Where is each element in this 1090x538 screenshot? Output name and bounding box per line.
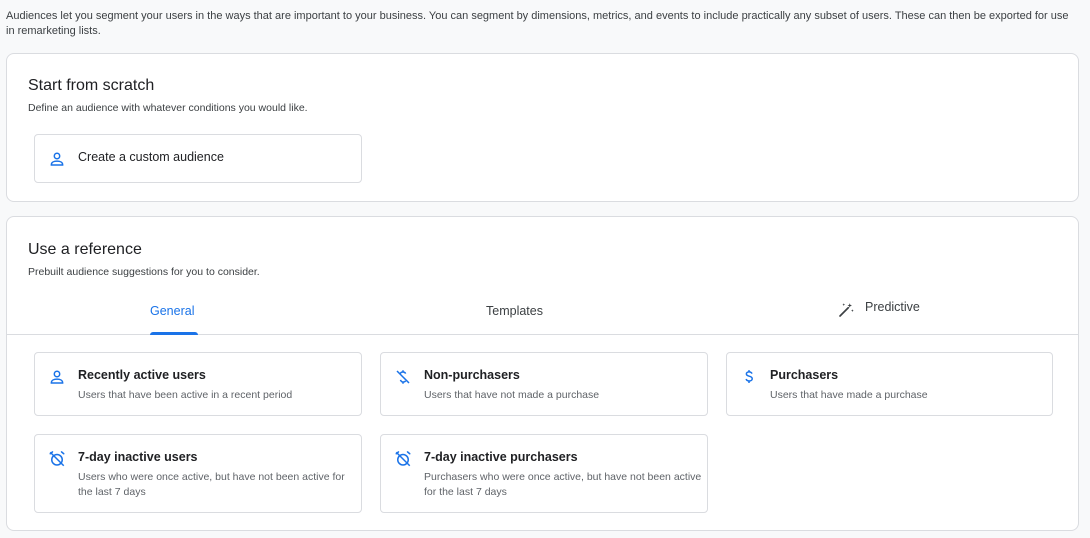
option-name: Non-purchasers [424,368,520,382]
start-from-scratch-card: Start from scratch Define an audience wi… [6,53,1079,202]
option-description: Users that have not made a purchase [424,389,600,401]
money-off-icon [394,368,412,386]
option-description: Users that have been active in a recent … [78,389,293,401]
reference-subtitle: Prebuilt audience suggestions for you to… [28,266,260,278]
option-name: 7-day inactive users [78,450,198,464]
tab-templates[interactable]: Templates [467,297,587,334]
tab-predictive-label: Predictive [865,300,920,314]
option-description: Users who were once active, but have not… [78,471,345,498]
person-icon [48,368,66,386]
tab-general-label: General [150,304,195,318]
option-name: 7-day inactive purchasers [424,450,578,464]
reference-title: Use a reference [28,241,142,258]
audience-option-purchasers[interactable]: Purchasers Users that have made a purcha… [726,352,1053,416]
option-name: Recently active users [78,368,206,382]
scratch-subtitle: Define an audience with whatever conditi… [28,102,308,114]
option-description: Purchasers who were once active, but hav… [424,471,702,498]
audience-option-7-day-inactive-purchasers[interactable]: 7-day inactive purchasers Purchasers who… [380,434,708,513]
use-a-reference-card: Use a reference Prebuilt audience sugges… [6,216,1079,531]
person-icon [48,150,66,168]
tab-active-indicator [150,332,198,335]
audience-option-recently-active-users[interactable]: Recently active users Users that have be… [34,352,362,416]
reference-tabs: General Templates Predictive [7,297,1078,335]
audience-option-7-day-inactive-users[interactable]: 7-day inactive users Users who were once… [34,434,362,513]
option-description: Users that have made a purchase [770,389,928,401]
dollar-icon [740,368,758,386]
scratch-title: Start from scratch [28,77,155,94]
intro-text: Audiences let you segment your users in … [6,10,1069,37]
create-custom-audience-button[interactable]: Create a custom audience [34,134,362,183]
alarm-off-icon [394,450,412,468]
tab-predictive[interactable]: Predictive [827,297,967,334]
tab-general[interactable]: General [117,297,233,335]
magic-wand-icon [837,301,855,319]
tab-templates-label: Templates [486,304,543,318]
create-custom-audience-label: Create a custom audience [78,150,224,164]
alarm-off-icon [48,450,66,468]
option-name: Purchasers [770,368,839,382]
audience-option-non-purchasers[interactable]: Non-purchasers Users that have not made … [380,352,708,416]
